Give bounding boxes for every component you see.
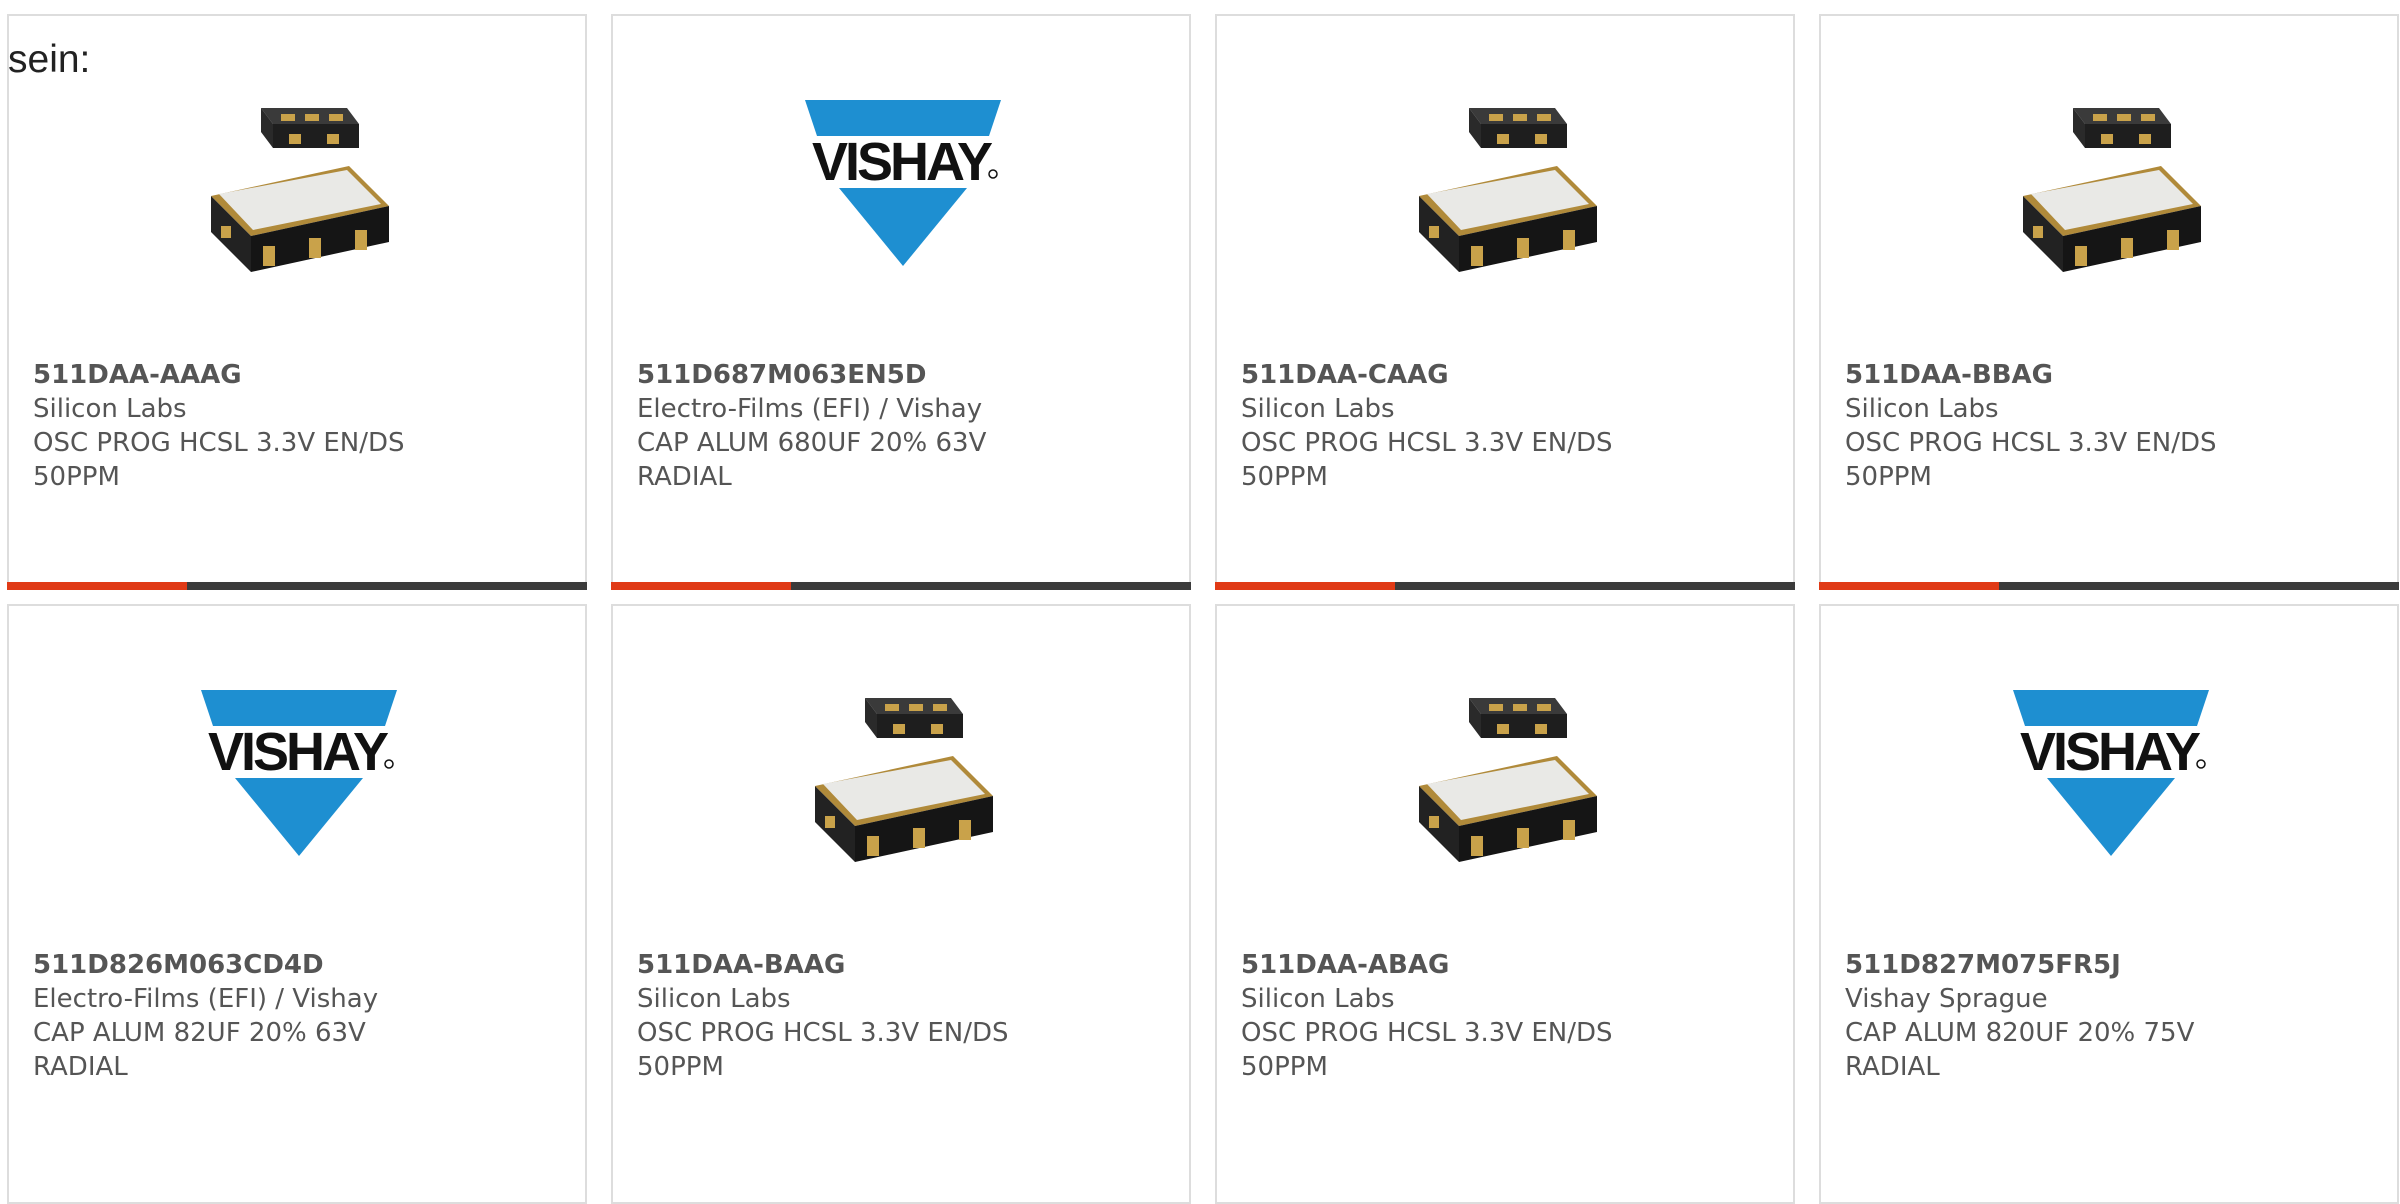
progress-bar (1819, 582, 2399, 590)
part-number[interactable]: 511D826M063CD4D (33, 948, 561, 982)
product-info: 511DAA-BBAG Silicon Labs OSC PROG HCSL 3.3… (1845, 358, 2373, 494)
progress-bar-fill (7, 582, 187, 590)
product-description-line-2: 50PPM (1845, 462, 1932, 492)
product-description-line-1: CAP ALUM 820UF 20% 75V (1845, 1018, 2195, 1048)
oscillator-package-image (803, 676, 1003, 876)
vishay-logo-image: VISHAY (199, 676, 399, 876)
product-description-line-2: 50PPM (33, 462, 120, 492)
progress-bar-fill (1215, 582, 1395, 590)
progress-bar-fill (1819, 582, 1999, 590)
manufacturer-name: Electro-Films (EFI) / Vishay (33, 984, 379, 1014)
product-card[interactable]: 511DAA-ABAG Silicon Labs OSC PROG HCSL 3.3… (1215, 604, 1795, 1204)
oscillator-package-image (2011, 86, 2211, 286)
part-number[interactable]: 511D827M075FR5J (1845, 948, 2373, 982)
product-description-line-1: OSC PROG HCSL 3.3V EN/DS (1241, 1018, 1613, 1048)
manufacturer-name: Vishay Sprague (1845, 984, 2048, 1014)
product-description-line-2: 50PPM (1241, 462, 1328, 492)
product-description-line-1: CAP ALUM 680UF 20% 63V (637, 428, 987, 458)
product-info: 511D687M063EN5D Electro-Films (EFI) / Vis… (637, 358, 1165, 494)
part-number[interactable]: 511D687M063EN5D (637, 358, 1165, 392)
progress-bar (1215, 582, 1795, 590)
product-description-line-1: OSC PROG HCSL 3.3V EN/DS (637, 1018, 1009, 1048)
oscillator-package-image (1407, 676, 1607, 876)
oscillator-package-image (199, 86, 399, 286)
intro-text: sein: (8, 38, 91, 81)
product-description-line-1: OSC PROG HCSL 3.3V EN/DS (33, 428, 405, 458)
product-description-line-2: RADIAL (637, 462, 732, 492)
product-info: 511D826M063CD4D Electro-Films (EFI) / Vis… (33, 948, 561, 1084)
progress-bar-fill (611, 582, 791, 590)
product-card[interactable]: 511DAA-AAAG Silicon Labs OSC PROG HCSL 3.3… (7, 14, 587, 590)
svg-text:VISHAY: VISHAY (812, 132, 993, 192)
svg-text:VISHAY: VISHAY (208, 722, 389, 782)
oscillator-package-image (1407, 86, 1607, 286)
manufacturer-name: Electro-Films (EFI) / Vishay (637, 394, 983, 424)
part-number[interactable]: 511DAA-ABAG (1241, 948, 1769, 982)
product-description-line-2: RADIAL (1845, 1052, 1940, 1082)
product-info: 511DAA-CAAG Silicon Labs OSC PROG HCSL 3.3… (1241, 358, 1769, 494)
manufacturer-name: Silicon Labs (1241, 984, 1395, 1014)
vishay-logo-image: VISHAY (803, 86, 1003, 286)
product-info: 511DAA-ABAG Silicon Labs OSC PROG HCSL 3.3… (1241, 948, 1769, 1084)
product-description-line-1: OSC PROG HCSL 3.3V EN/DS (1241, 428, 1613, 458)
product-info: 511D827M075FR5J Vishay Sprague CAP ALUM 82… (1845, 948, 2373, 1084)
part-number[interactable]: 511DAA-AAAG (33, 358, 561, 392)
product-grid: 511DAA-AAAG Silicon Labs OSC PROG HCSL 3.3… (7, 14, 2400, 1204)
progress-bar (611, 582, 1191, 590)
product-card[interactable]: VISHAY 511D687M063EN5D Electro-Films (EFI… (611, 14, 1191, 590)
manufacturer-name: Silicon Labs (33, 394, 187, 424)
manufacturer-name: Silicon Labs (1845, 394, 1999, 424)
product-info: 511DAA-BAAG Silicon Labs OSC PROG HCSL 3.3… (637, 948, 1165, 1084)
product-description-line-2: RADIAL (33, 1052, 128, 1082)
manufacturer-name: Silicon Labs (637, 984, 791, 1014)
product-info: 511DAA-AAAG Silicon Labs OSC PROG HCSL 3.3… (33, 358, 561, 494)
svg-text:VISHAY: VISHAY (2020, 722, 2201, 782)
part-number[interactable]: 511DAA-CAAG (1241, 358, 1769, 392)
part-number[interactable]: 511DAA-BBAG (1845, 358, 2373, 392)
product-card[interactable]: 511DAA-BAAG Silicon Labs OSC PROG HCSL 3.3… (611, 604, 1191, 1204)
product-description-line-1: OSC PROG HCSL 3.3V EN/DS (1845, 428, 2217, 458)
product-card[interactable]: VISHAY 511D827M075FR5J Vishay Sprague CAP … (1819, 604, 2399, 1204)
product-description-line-1: CAP ALUM 82UF 20% 63V (33, 1018, 366, 1048)
product-card[interactable]: 511DAA-CAAG Silicon Labs OSC PROG HCSL 3.3… (1215, 14, 1795, 590)
product-description-line-2: 50PPM (637, 1052, 724, 1082)
product-card[interactable]: VISHAY 511D826M063CD4D Electro-Films (EFI… (7, 604, 587, 1204)
vishay-logo-image: VISHAY (2011, 676, 2211, 876)
manufacturer-name: Silicon Labs (1241, 394, 1395, 424)
product-description-line-2: 50PPM (1241, 1052, 1328, 1082)
part-number[interactable]: 511DAA-BAAG (637, 948, 1165, 982)
product-card[interactable]: 511DAA-BBAG Silicon Labs OSC PROG HCSL 3.3… (1819, 14, 2399, 590)
progress-bar (7, 582, 587, 590)
